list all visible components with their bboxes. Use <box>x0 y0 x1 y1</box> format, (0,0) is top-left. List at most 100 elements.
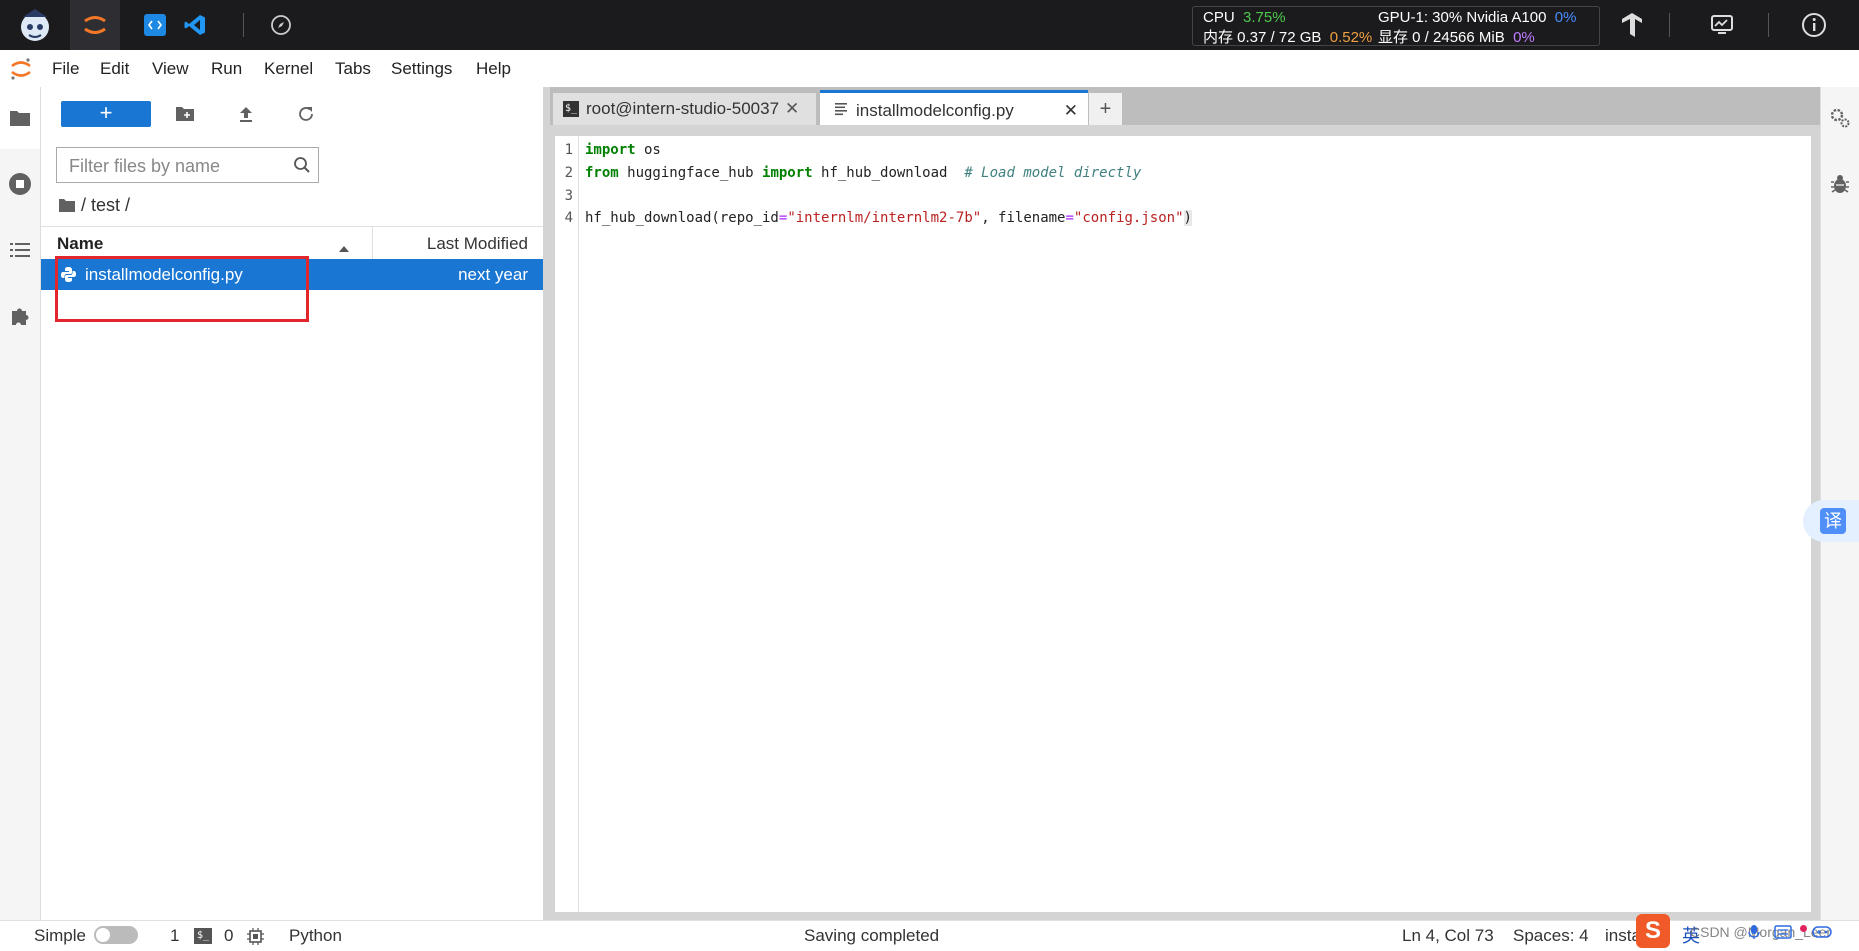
line-number: 2 <box>564 165 573 181</box>
watermark-text: CSDN @Morgan_Leer <box>1690 924 1832 940</box>
vram-label: 显存 0 / 24566 MiB <box>1378 29 1505 46</box>
refresh-icon[interactable] <box>291 101 321 127</box>
text-file-icon <box>834 101 848 121</box>
notification-dot <box>1800 925 1807 932</box>
breadcrumb-path[interactable]: / test / <box>81 195 130 215</box>
folder-icon[interactable] <box>58 195 76 219</box>
sogou-ime-icon[interactable]: S <box>1636 914 1670 948</box>
menu-bar: File Edit View Run Kernel Tabs Settings … <box>0 50 1859 88</box>
menu-view[interactable]: View <box>152 50 189 87</box>
add-tab-button[interactable]: + <box>1089 93 1122 125</box>
gpu-value: 0% <box>1554 9 1577 26</box>
toggle-knob <box>96 928 110 942</box>
microphone-icon[interactable] <box>1748 924 1760 945</box>
keyword: from <box>585 165 619 181</box>
jupyter-logo-icon <box>8 56 34 82</box>
code-line-1: import os <box>585 142 661 158</box>
jupyter-app-icon[interactable] <box>70 0 120 50</box>
code-text: ) <box>1183 210 1192 226</box>
close-icon[interactable]: ✕ <box>785 99 799 119</box>
string-literal: "internlm/internlm2-7b" <box>787 210 982 226</box>
menu-kernel[interactable]: Kernel <box>264 50 313 87</box>
compass-icon[interactable] <box>258 0 304 50</box>
keyword: import <box>585 142 636 158</box>
line-number: 1 <box>564 142 573 158</box>
tab-terminal[interactable]: $_ root@intern-studio-50037 ✕ <box>553 93 816 125</box>
upload-icon[interactable] <box>231 101 261 127</box>
left-sidebar-rail <box>0 87 41 920</box>
terminal-count[interactable]: 1 <box>170 921 179 951</box>
new-launcher-button[interactable]: + <box>61 101 151 127</box>
toolbar-divider <box>243 13 244 37</box>
top-bar: CPU 3.75% 内存 0.37 / 72 GB 0.52% GPU-1: 3… <box>0 0 1859 50</box>
vscode-app-icon[interactable] <box>170 0 220 50</box>
code-comment: # Load model directly <box>964 165 1142 181</box>
cursor-position[interactable]: Ln 4, Col 73 <box>1402 921 1494 951</box>
mascot-logo-icon[interactable] <box>10 0 60 50</box>
line-number-gutter <box>555 136 579 912</box>
terminal-icon: $_ <box>563 101 579 117</box>
keyboard-icon[interactable] <box>1774 925 1792 944</box>
breadcrumb: / test / <box>58 193 130 217</box>
editor-tab-bar: $_ root@intern-studio-50037 ✕ installmod… <box>550 87 1820 128</box>
file-list-header: Name Last Modified <box>41 226 543 260</box>
line-number: 3 <box>564 188 573 204</box>
monitor-chart-icon[interactable] <box>1702 0 1742 50</box>
code-editor[interactable] <box>555 136 1811 912</box>
gamepad-icon[interactable] <box>1812 925 1832 944</box>
running-kernels-icon[interactable] <box>0 164 40 204</box>
toolbar-divider <box>1768 13 1769 37</box>
code-text: huggingface_hub <box>618 165 763 181</box>
indent-spaces[interactable]: Spaces: 4 <box>1513 921 1589 951</box>
toolbar-divider <box>1669 13 1670 37</box>
folder-icon[interactable] <box>0 98 40 138</box>
table-of-contents-icon[interactable] <box>0 230 40 270</box>
resource-monitor: CPU 3.75% 内存 0.37 / 72 GB 0.52% GPU-1: 3… <box>1192 6 1600 46</box>
file-modified: next year <box>458 265 528 284</box>
filter-files-input[interactable] <box>67 154 281 178</box>
column-last-modified-header[interactable]: Last Modified <box>427 234 528 254</box>
close-icon[interactable]: ✕ <box>1064 101 1078 121</box>
ime-toolbar: S 英 CSDN @Morgan_Leer <box>1636 912 1859 950</box>
column-divider <box>372 227 373 259</box>
menu-help[interactable]: Help <box>476 50 511 87</box>
column-name-header[interactable]: Name <box>57 234 103 254</box>
info-icon[interactable] <box>1794 0 1834 50</box>
menu-edit[interactable]: Edit <box>100 50 129 87</box>
debugger-bug-icon[interactable] <box>1820 164 1859 204</box>
tensorflow-icon[interactable] <box>1612 0 1652 50</box>
cpu-value: 3.75% <box>1243 9 1286 26</box>
code-text: hf_hub_download(repo_id <box>585 210 779 226</box>
new-folder-icon[interactable] <box>170 101 200 127</box>
code-text: , filename <box>981 210 1066 226</box>
save-status-message: Saving completed <box>804 926 940 945</box>
vram-value: 0% <box>1513 29 1535 46</box>
menu-settings[interactable]: Settings <box>391 50 452 87</box>
menu-file[interactable]: File <box>52 50 79 87</box>
translate-button[interactable]: 译 <box>1820 508 1846 534</box>
status-bar: Simple 1 $_ 0 Python Saving completed Ln… <box>0 920 1859 951</box>
memory-label: 内存 0.37 / 72 GB <box>1203 29 1322 46</box>
extensions-puzzle-icon[interactable] <box>0 296 40 336</box>
menu-tabs[interactable]: Tabs <box>335 50 371 87</box>
code-text: hf_hub_download <box>812 165 965 181</box>
tab-editor-file[interactable]: installmodelconfig.py ✕ <box>820 90 1088 128</box>
keyword: import <box>762 165 813 181</box>
code-text: os <box>635 142 661 158</box>
search-icon <box>293 156 311 179</box>
menu-run[interactable]: Run <box>211 50 242 87</box>
kernel-count[interactable]: 0 <box>224 921 233 951</box>
sort-ascending-icon[interactable] <box>338 238 350 258</box>
tab-label: installmodelconfig.py <box>856 100 1014 120</box>
simple-mode-label: Simple <box>34 926 86 945</box>
terminal-icon: $_ <box>194 928 212 944</box>
code-line-2: from huggingface_hub import hf_hub_downl… <box>585 165 1141 181</box>
tab-label: root@intern-studio-50037 <box>586 99 780 118</box>
panel-splitter[interactable] <box>543 87 550 920</box>
property-inspector-gears-icon[interactable] <box>1820 98 1859 138</box>
kernel-chip-icon <box>247 928 264 950</box>
kernel-name[interactable]: Python <box>289 921 342 951</box>
file-filter <box>56 147 319 183</box>
operator: = <box>1065 210 1074 226</box>
cpu-label: CPU <box>1203 9 1235 26</box>
